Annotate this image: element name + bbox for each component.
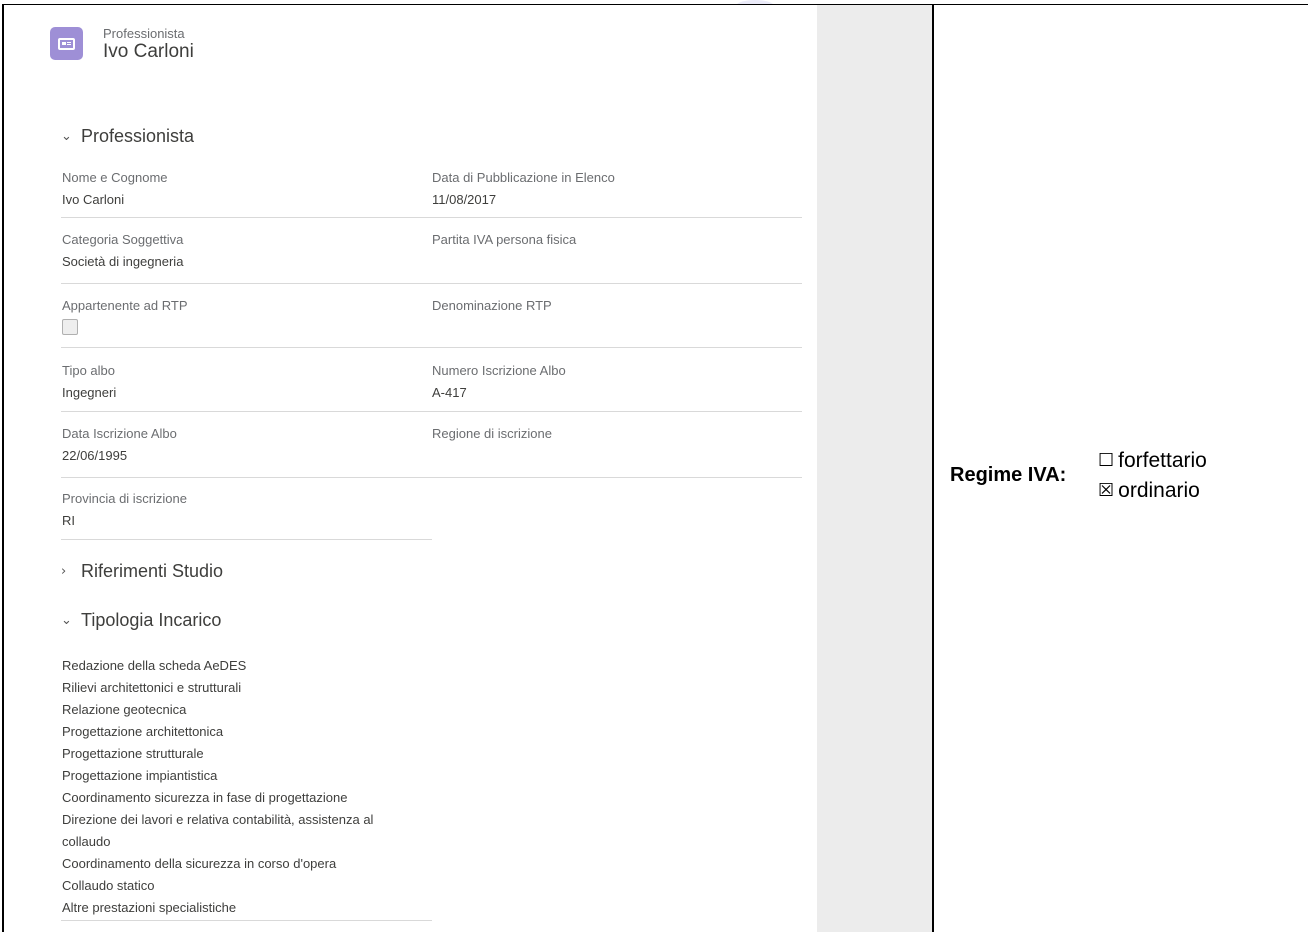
list-item: Rilievi architettonici e strutturali [62,680,242,695]
field-divider [61,920,432,921]
field-label-tipo-albo: Tipo albo [62,363,115,378]
option-ordinario[interactable]: ☒ ordinario [1098,476,1207,506]
field-label-denominazione-rtp: Denominazione RTP [432,298,552,313]
chevron-down-icon: ⌄ [61,613,72,628]
field-value-data-pubblicazione: 11/08/2017 [432,192,497,207]
field-label-data-pubblicazione: Data di Pubblicazione in Elenco [432,170,615,185]
list-item: Altre prestazioni specialistiche [62,900,237,915]
section-title: Tipologia Incarico [81,610,222,630]
record-title: Ivo Carloni [103,41,194,62]
option-forfettario[interactable]: ☐ forfettario [1098,446,1207,476]
list-item: Coordinamento della sicurezza in corso d… [62,856,337,871]
field-divider [61,539,432,540]
gray-side-column [817,5,932,932]
field-value-tipo-albo: Ingegneri [62,385,117,400]
option-label: ordinario [1118,479,1200,502]
field-value-categoria: Società di ingegneria [62,254,184,269]
field-value-numero-iscrizione: A-417 [432,385,467,400]
field-label-categoria: Categoria Soggettiva [62,232,184,247]
field-divider [61,347,802,348]
field-label-appartenente-rtp: Appartenente ad RTP [62,298,188,313]
list-item: Collaudo statico [62,878,155,893]
regime-iva-label: Regime IVA: [950,464,1067,486]
contact-card-icon [50,27,83,60]
field-label-regione: Regione di iscrizione [432,426,552,441]
field-divider [61,217,802,218]
record-object-type: Professionista [103,26,185,41]
section-title: Professionista [81,126,195,146]
chevron-right-icon: › [61,564,67,579]
tipologia-incarico-list: Redazione della scheda AeDES Rilievi arc… [62,655,402,919]
regime-iva-cell: Regime IVA: ☐ forfettario ☒ ordinario [934,5,1308,932]
section-header-professionista[interactable]: ⌄ Professionista [61,126,194,147]
appartenente-rtp-checkbox [62,319,78,335]
option-label: forfettario [1118,449,1207,472]
list-item: Direzione dei lavori e relativa contabil… [62,812,374,827]
field-label-numero-iscrizione: Numero Iscrizione Albo [432,363,566,378]
field-divider [61,283,802,284]
list-item: Progettazione impiantistica [62,768,218,783]
list-item: Progettazione strutturale [62,746,204,761]
checked-checkbox-icon: ☒ [1098,480,1115,501]
record-detail-panel: Professionista Ivo Carloni ⌄ Professioni… [17,5,817,932]
section-header-tipologia-incarico[interactable]: ⌄ Tipologia Incarico [61,610,221,631]
field-divider [61,411,802,412]
field-label-data-iscrizione: Data Iscrizione Albo [62,426,177,441]
field-value-nome-cognome: Ivo Carloni [62,192,125,207]
empty-checkbox-icon: ☐ [1098,450,1115,471]
field-label-partita-iva: Partita IVA persona fisica [432,232,577,247]
list-item: Relazione geotecnica [62,702,187,717]
list-item: Redazione della scheda AeDES [62,658,247,673]
section-title: Riferimenti Studio [81,561,224,581]
field-divider [61,477,802,478]
regime-iva-options: ☐ forfettario ☒ ordinario [1098,446,1207,506]
list-item: Progettazione architettonica [62,724,224,739]
field-label-nome-cognome: Nome e Cognome [62,170,168,185]
field-label-provincia: Provincia di iscrizione [62,491,187,506]
section-header-riferimenti-studio[interactable]: › Riferimenti Studio [61,561,223,582]
field-value-data-iscrizione: 22/06/1995 [62,448,128,463]
list-item: collaudo [62,834,111,849]
chevron-down-icon: ⌄ [61,129,72,144]
list-item: Coordinamento sicurezza in fase di proge… [62,790,348,805]
field-value-provincia: RI [62,513,75,528]
